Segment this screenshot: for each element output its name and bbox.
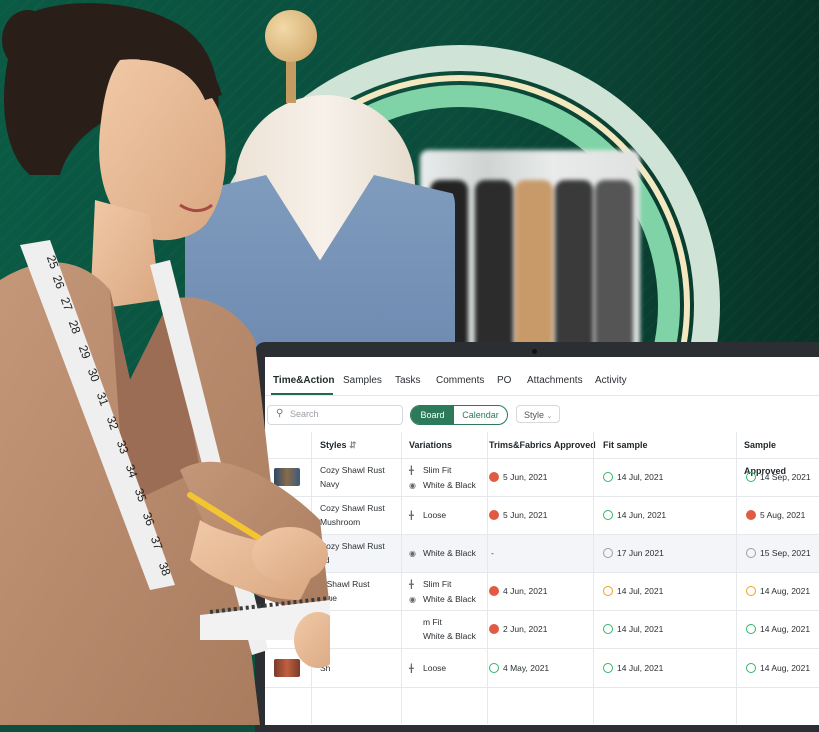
check-status-icon xyxy=(746,663,756,673)
variations-cell: ╋ Slim Fit ◉ White & Black xyxy=(409,577,476,607)
color-icon: ◉ xyxy=(409,481,416,490)
fit-icon: ╋ xyxy=(409,511,414,520)
error-status-icon xyxy=(489,510,499,520)
sample-date[interactable]: 14 Aug, 2021 xyxy=(746,661,810,675)
fit-icon: ╋ xyxy=(409,466,414,475)
column-divider xyxy=(593,432,594,724)
fit-date[interactable]: 14 Jul, 2021 xyxy=(603,470,663,484)
check-status-icon xyxy=(603,510,613,520)
view-toggle: Board Calendar xyxy=(410,405,508,425)
calendar-view-button[interactable]: Calendar xyxy=(454,406,507,424)
color-icon: ◉ xyxy=(409,549,416,558)
column-header-trims[interactable]: Trims&Fabrics Approved xyxy=(489,432,596,458)
column-divider xyxy=(736,432,737,724)
tab-attachments[interactable]: Attachments xyxy=(527,375,583,386)
app-screen: Time&Action Samples Tasks Comments PO At… xyxy=(265,357,819,725)
woman-designer-photo xyxy=(0,3,330,725)
trims-date[interactable]: 4 May, 2021 xyxy=(489,661,549,675)
column-divider xyxy=(487,432,488,724)
variations-cell: ╋ Loose xyxy=(409,661,446,676)
check-status-icon xyxy=(603,472,613,482)
color-icon: ◉ xyxy=(409,595,416,604)
tab-po[interactable]: PO xyxy=(497,375,511,386)
clock-status-icon xyxy=(746,548,756,558)
error-status-icon xyxy=(746,510,756,520)
check-status-icon xyxy=(746,624,756,634)
trims-date[interactable]: - xyxy=(491,546,494,560)
fit-icon: ╋ xyxy=(409,664,414,673)
trims-date[interactable]: 2 Jun, 2021 xyxy=(489,622,547,636)
clock-status-icon xyxy=(603,548,613,558)
trims-date[interactable]: 4 Jun, 2021 xyxy=(489,584,547,598)
sample-date[interactable]: 15 Sep, 2021 xyxy=(746,546,811,560)
error-status-icon xyxy=(489,624,499,634)
trims-date[interactable]: 5 Jun, 2021 xyxy=(489,470,547,484)
row-divider xyxy=(265,534,819,535)
sample-date[interactable]: 14 Sep, 2021 xyxy=(746,470,811,484)
tab-samples[interactable]: Samples xyxy=(343,375,382,386)
sort-icon[interactable]: ⇵ xyxy=(349,440,357,450)
fit-date[interactable]: 17 Jun 2021 xyxy=(603,546,664,560)
column-header-variations[interactable]: Variations xyxy=(409,432,452,458)
sample-date[interactable]: 5 Aug, 2021 xyxy=(746,508,805,522)
check-status-icon xyxy=(603,624,613,634)
check-status-icon xyxy=(746,472,756,482)
row-divider xyxy=(265,648,819,649)
fit-icon: ╋ xyxy=(409,580,414,589)
sample-date[interactable]: 14 Aug, 2021 xyxy=(746,622,810,636)
variations-cell: ╋ Slim Fit ◉ White & Black xyxy=(409,463,476,493)
tab-comments[interactable]: Comments xyxy=(436,375,484,386)
laptop-camera xyxy=(532,349,537,354)
fit-date[interactable]: 14 Jul, 2021 xyxy=(603,661,663,675)
warning-status-icon xyxy=(603,586,613,596)
row-divider xyxy=(265,687,819,688)
error-status-icon xyxy=(489,472,499,482)
row-divider xyxy=(265,496,819,497)
row-divider xyxy=(265,572,819,573)
chevron-down-icon: ⌄ xyxy=(546,413,553,420)
column-header-sample-approved[interactable]: Sample Approved xyxy=(744,432,819,476)
row-divider xyxy=(265,610,819,611)
board-view-button[interactable]: Board xyxy=(411,406,454,424)
column-divider xyxy=(401,432,402,724)
toolbar: ⚲ Search Board Calendar Style ⌄ xyxy=(265,405,819,427)
variations-cell: ◉ White & Black xyxy=(409,546,476,561)
column-header-fit-sample[interactable]: Fit sample xyxy=(603,432,648,458)
fit-date[interactable]: 14 Jul, 2021 xyxy=(603,584,663,598)
style-filter-label: Style xyxy=(524,410,545,420)
tab-bar: Time&Action Samples Tasks Comments PO At… xyxy=(265,367,819,396)
variations-cell: m Fit White & Black xyxy=(423,617,476,641)
variations-cell: ╋ Loose xyxy=(409,508,446,523)
style-filter-dropdown[interactable]: Style ⌄ xyxy=(516,405,560,423)
tab-tasks[interactable]: Tasks xyxy=(395,375,421,386)
fit-date[interactable]: 14 Jun, 2021 xyxy=(603,508,666,522)
check-status-icon xyxy=(603,663,613,673)
error-status-icon xyxy=(489,586,499,596)
tab-activity[interactable]: Activity xyxy=(595,375,627,386)
fit-date[interactable]: 14 Jul, 2021 xyxy=(603,622,663,636)
warning-status-icon xyxy=(746,586,756,596)
sample-date[interactable]: 14 Aug, 2021 xyxy=(746,584,810,598)
check-status-icon xyxy=(489,663,499,673)
trims-date[interactable]: 5 Jun, 2021 xyxy=(489,508,547,522)
